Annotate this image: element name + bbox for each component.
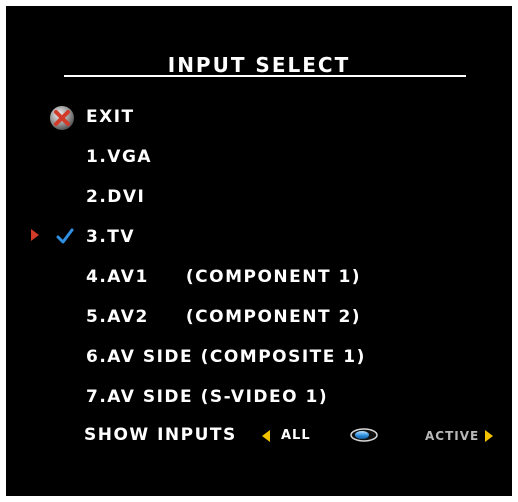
menu-item-vga[interactable]: 1.VGA — [86, 147, 152, 167]
menu-item-exit[interactable]: EXIT — [86, 107, 135, 127]
pointer-triangle-icon — [31, 229, 39, 241]
show-inputs-label: SHOW INPUTS — [84, 425, 237, 445]
menu-item-av1[interactable]: 4.AV1 (COMPONENT 1) — [86, 267, 361, 287]
menu-item-av-side-svideo[interactable]: 7.AV SIDE (S-VIDEO 1) — [86, 387, 328, 407]
title-underline — [64, 75, 466, 77]
menu-title: INPUT SELECT — [167, 53, 351, 77]
osd-menu-panel: INPUT SELECT EXIT 1.VGA 2.DVI 3.TV 4.AV1… — [6, 6, 512, 496]
checkmark-icon — [56, 228, 74, 244]
menu-item-dvi[interactable]: 2.DVI — [86, 187, 145, 207]
menu-item-tv[interactable]: 3.TV — [86, 227, 135, 247]
remote-button-icon — [350, 428, 378, 442]
exit-x-icon[interactable] — [49, 105, 75, 131]
triangle-right-icon[interactable] — [484, 429, 494, 443]
menu-item-av-side-composite[interactable]: 6.AV SIDE (COMPOSITE 1) — [86, 347, 366, 367]
show-inputs-all-option[interactable]: ALL — [281, 428, 311, 443]
show-inputs-active-option[interactable]: ACTIVE — [425, 429, 479, 443]
triangle-left-icon[interactable] — [261, 429, 271, 443]
menu-item-av2[interactable]: 5.AV2 (COMPONENT 2) — [86, 307, 361, 327]
